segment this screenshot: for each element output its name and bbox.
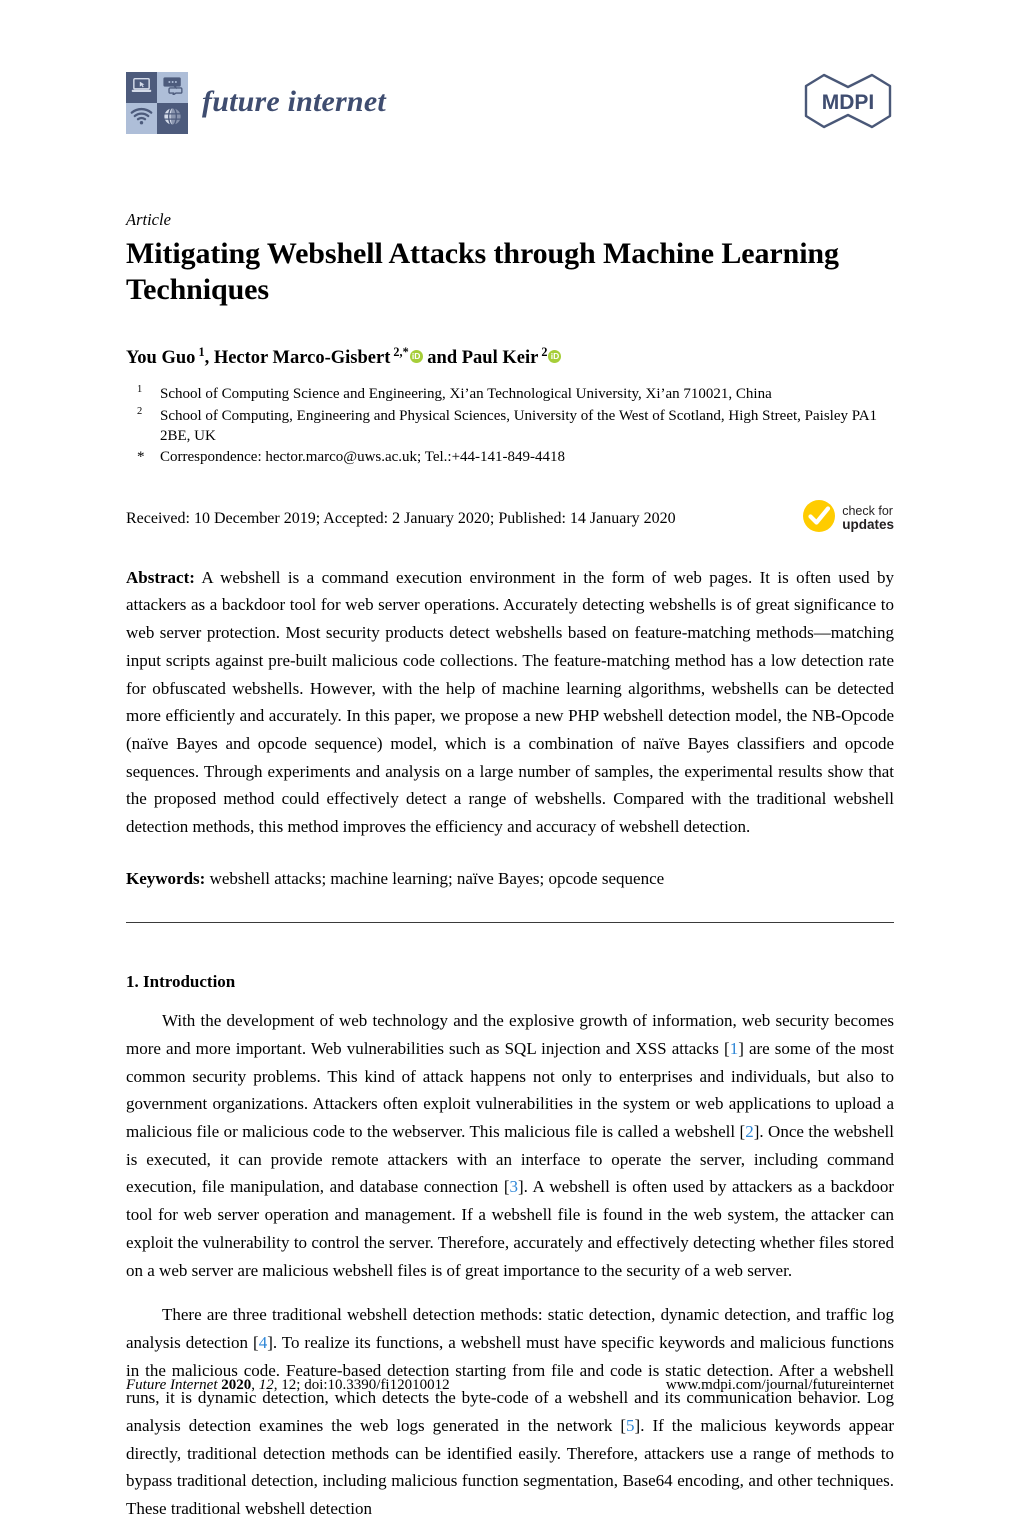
keywords: Keywords: webshell attacks; machine lear… xyxy=(126,865,894,892)
paragraph-intro-1: With the development of web technology a… xyxy=(126,1011,895,1280)
citation-link[interactable]: 3 xyxy=(510,1177,519,1196)
citation-link[interactable]: 4 xyxy=(259,1333,268,1352)
affiliation-row-2: 2 School of Computing, Engineering and P… xyxy=(126,406,894,447)
section-divider xyxy=(126,921,894,923)
abstract-label: Abstract: xyxy=(126,567,195,587)
footer-volume: 12 xyxy=(258,1377,274,1393)
chat-bubbles-icon xyxy=(162,76,184,100)
crossmark-line-2: updates xyxy=(842,517,894,533)
laptop-icon xyxy=(131,77,152,99)
crossmark-text: check for updates xyxy=(842,503,894,533)
publication-dates-row: Received: 10 December 2019; Accepted: 2 … xyxy=(126,496,894,542)
author-name-1: You Guo xyxy=(126,348,196,369)
page-title: Mitigating Webshell Attacks through Mach… xyxy=(126,236,839,307)
logo-cell-laptop xyxy=(126,72,157,103)
orcid-icon-3[interactable]: iD xyxy=(548,350,562,364)
journal-brand: future internet xyxy=(126,72,386,134)
journal-title: future internet xyxy=(202,85,386,118)
citation-link[interactable]: 5 xyxy=(626,1416,635,1435)
footer-year: 2020 xyxy=(221,1377,252,1393)
wifi-icon xyxy=(130,107,153,130)
footer-citation: Future Internet 2020, 12, 12; doi:10.339… xyxy=(126,1377,450,1393)
page-footer: Future Internet 2020, 12, 12; doi:10.339… xyxy=(126,1377,894,1394)
footer-url[interactable]: www.mdpi.com/journal/futureinternet xyxy=(666,1377,894,1394)
paragraph-intro-2: There are three traditional webshell det… xyxy=(126,1305,894,1519)
abstract-text: A webshell is a command execution enviro… xyxy=(126,567,894,837)
affiliation-marker-2: 2 xyxy=(137,405,143,417)
paper-page: future internet MDPI Article Mitigating … xyxy=(0,0,1020,1518)
citation-link[interactable]: 2 xyxy=(745,1122,754,1141)
mdpi-logo: MDPI xyxy=(802,72,894,130)
keywords-text: webshell attacks; machine learning; naïv… xyxy=(209,868,665,888)
correspondence-text[interactable]: Correspondence: hector.marco@uws.ac.uk; … xyxy=(160,447,894,467)
affiliation-text-2: School of Computing, Engineering and Phy… xyxy=(160,407,878,444)
mdpi-logo-text: MDPI xyxy=(822,91,875,114)
crossmark-line-1: check for xyxy=(842,503,893,518)
logo-cell-chat xyxy=(157,72,188,103)
affiliation-marker-1: 1 xyxy=(137,384,143,396)
affiliation-text-1: School of Computing Science and Engineer… xyxy=(160,386,772,403)
article-type: Article xyxy=(126,210,171,229)
author-list: You Guo 1, Hector Marco-Gisbert 2,* iD an… xyxy=(126,345,894,370)
footer-journal-name: Future Internet xyxy=(126,1377,218,1393)
correspondence-row: * Correspondence: hector.marco@uws.ac.uk… xyxy=(126,447,894,467)
correspondence-marker: * xyxy=(137,449,145,466)
citation-link[interactable]: 1 xyxy=(730,1039,739,1058)
logo-cell-wifi xyxy=(126,103,157,134)
keywords-label: Keywords: xyxy=(126,868,206,888)
author-name-2: Hector Marco-Gisbert xyxy=(213,348,391,369)
affiliation-list: 1 School of Computing Science and Engine… xyxy=(126,384,894,468)
section-heading-introduction: 1. Introduction xyxy=(126,971,236,991)
future-internet-logo xyxy=(126,72,188,134)
author-marks-1: 1 xyxy=(195,344,205,359)
check-circle-icon xyxy=(802,499,836,538)
globe-icon xyxy=(162,106,183,132)
orcid-icon-2[interactable]: iD xyxy=(409,350,423,364)
crossmark-badge[interactable]: check for updates xyxy=(802,499,894,538)
author-name-3: Paul Keir xyxy=(461,348,539,369)
author-marks-2: 2,* xyxy=(390,344,409,359)
author-marks-3: 2 xyxy=(538,344,548,359)
logo-cell-globe xyxy=(157,103,188,134)
abstract: Abstract: A webshell is a command execut… xyxy=(126,564,894,841)
publication-dates: Received: 10 December 2019; Accepted: 2 … xyxy=(126,509,676,527)
affiliation-row-1: 1 School of Computing Science and Engine… xyxy=(126,384,894,404)
footer-issue: 12 xyxy=(281,1377,297,1393)
masthead: future internet MDPI xyxy=(126,0,894,168)
footer-doi: doi:10.3390/fi12010012 xyxy=(304,1377,450,1393)
